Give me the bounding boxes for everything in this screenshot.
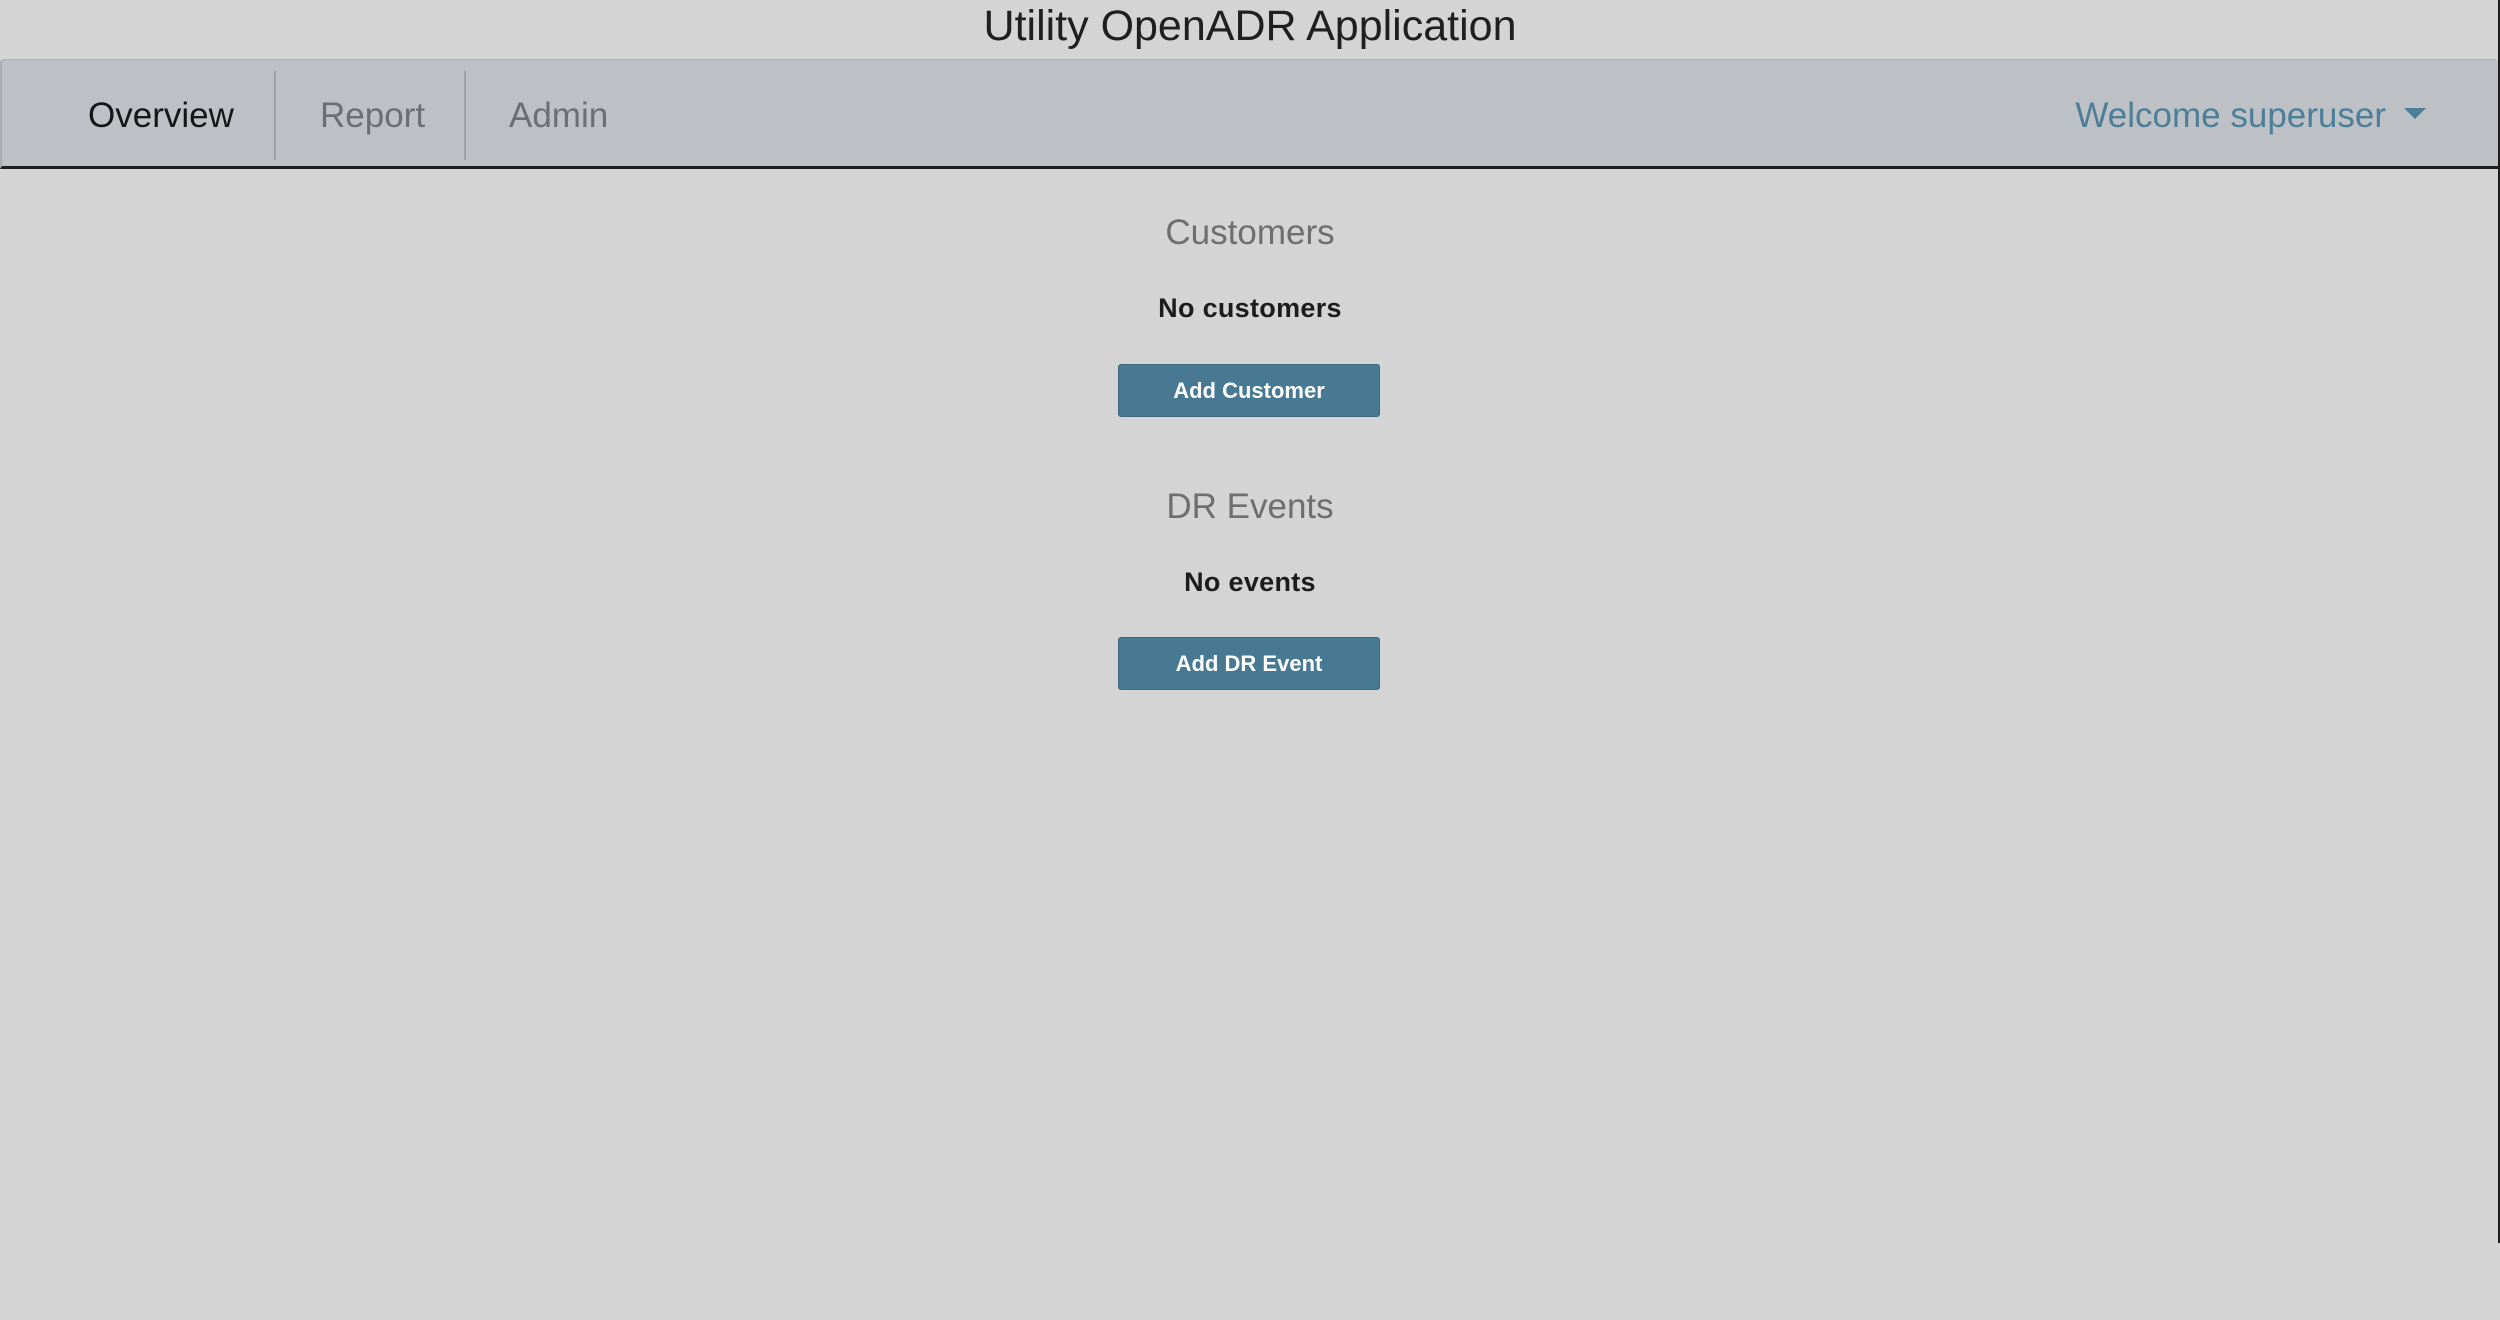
nav-divider: [274, 71, 276, 160]
customers-heading: Customers: [1165, 213, 1335, 252]
dr-events-empty-text: No events: [1184, 567, 1316, 597]
tab-report[interactable]: Report: [320, 72, 425, 160]
app-title: Utility OpenADR Application: [983, 2, 1517, 50]
dr-events-heading: DR Events: [1166, 487, 1334, 526]
tab-overview[interactable]: Overview: [88, 72, 234, 160]
nav-divider: [464, 71, 466, 160]
add-customer-button[interactable]: Add Customer: [1118, 364, 1380, 417]
page: Utility OpenADR Application Overview Rep…: [0, 0, 2500, 1320]
add-dr-event-button[interactable]: Add DR Event: [1118, 637, 1380, 690]
chevron-down-icon: [2404, 108, 2426, 120]
user-menu-label: Welcome superuser: [2075, 96, 2386, 135]
tab-admin[interactable]: Admin: [509, 72, 608, 160]
customers-empty-text: No customers: [1158, 293, 1342, 323]
top-navbar: Overview Report Admin Welcome superuser: [0, 59, 2498, 169]
user-menu-dropdown[interactable]: Welcome superuser: [2075, 72, 2426, 160]
